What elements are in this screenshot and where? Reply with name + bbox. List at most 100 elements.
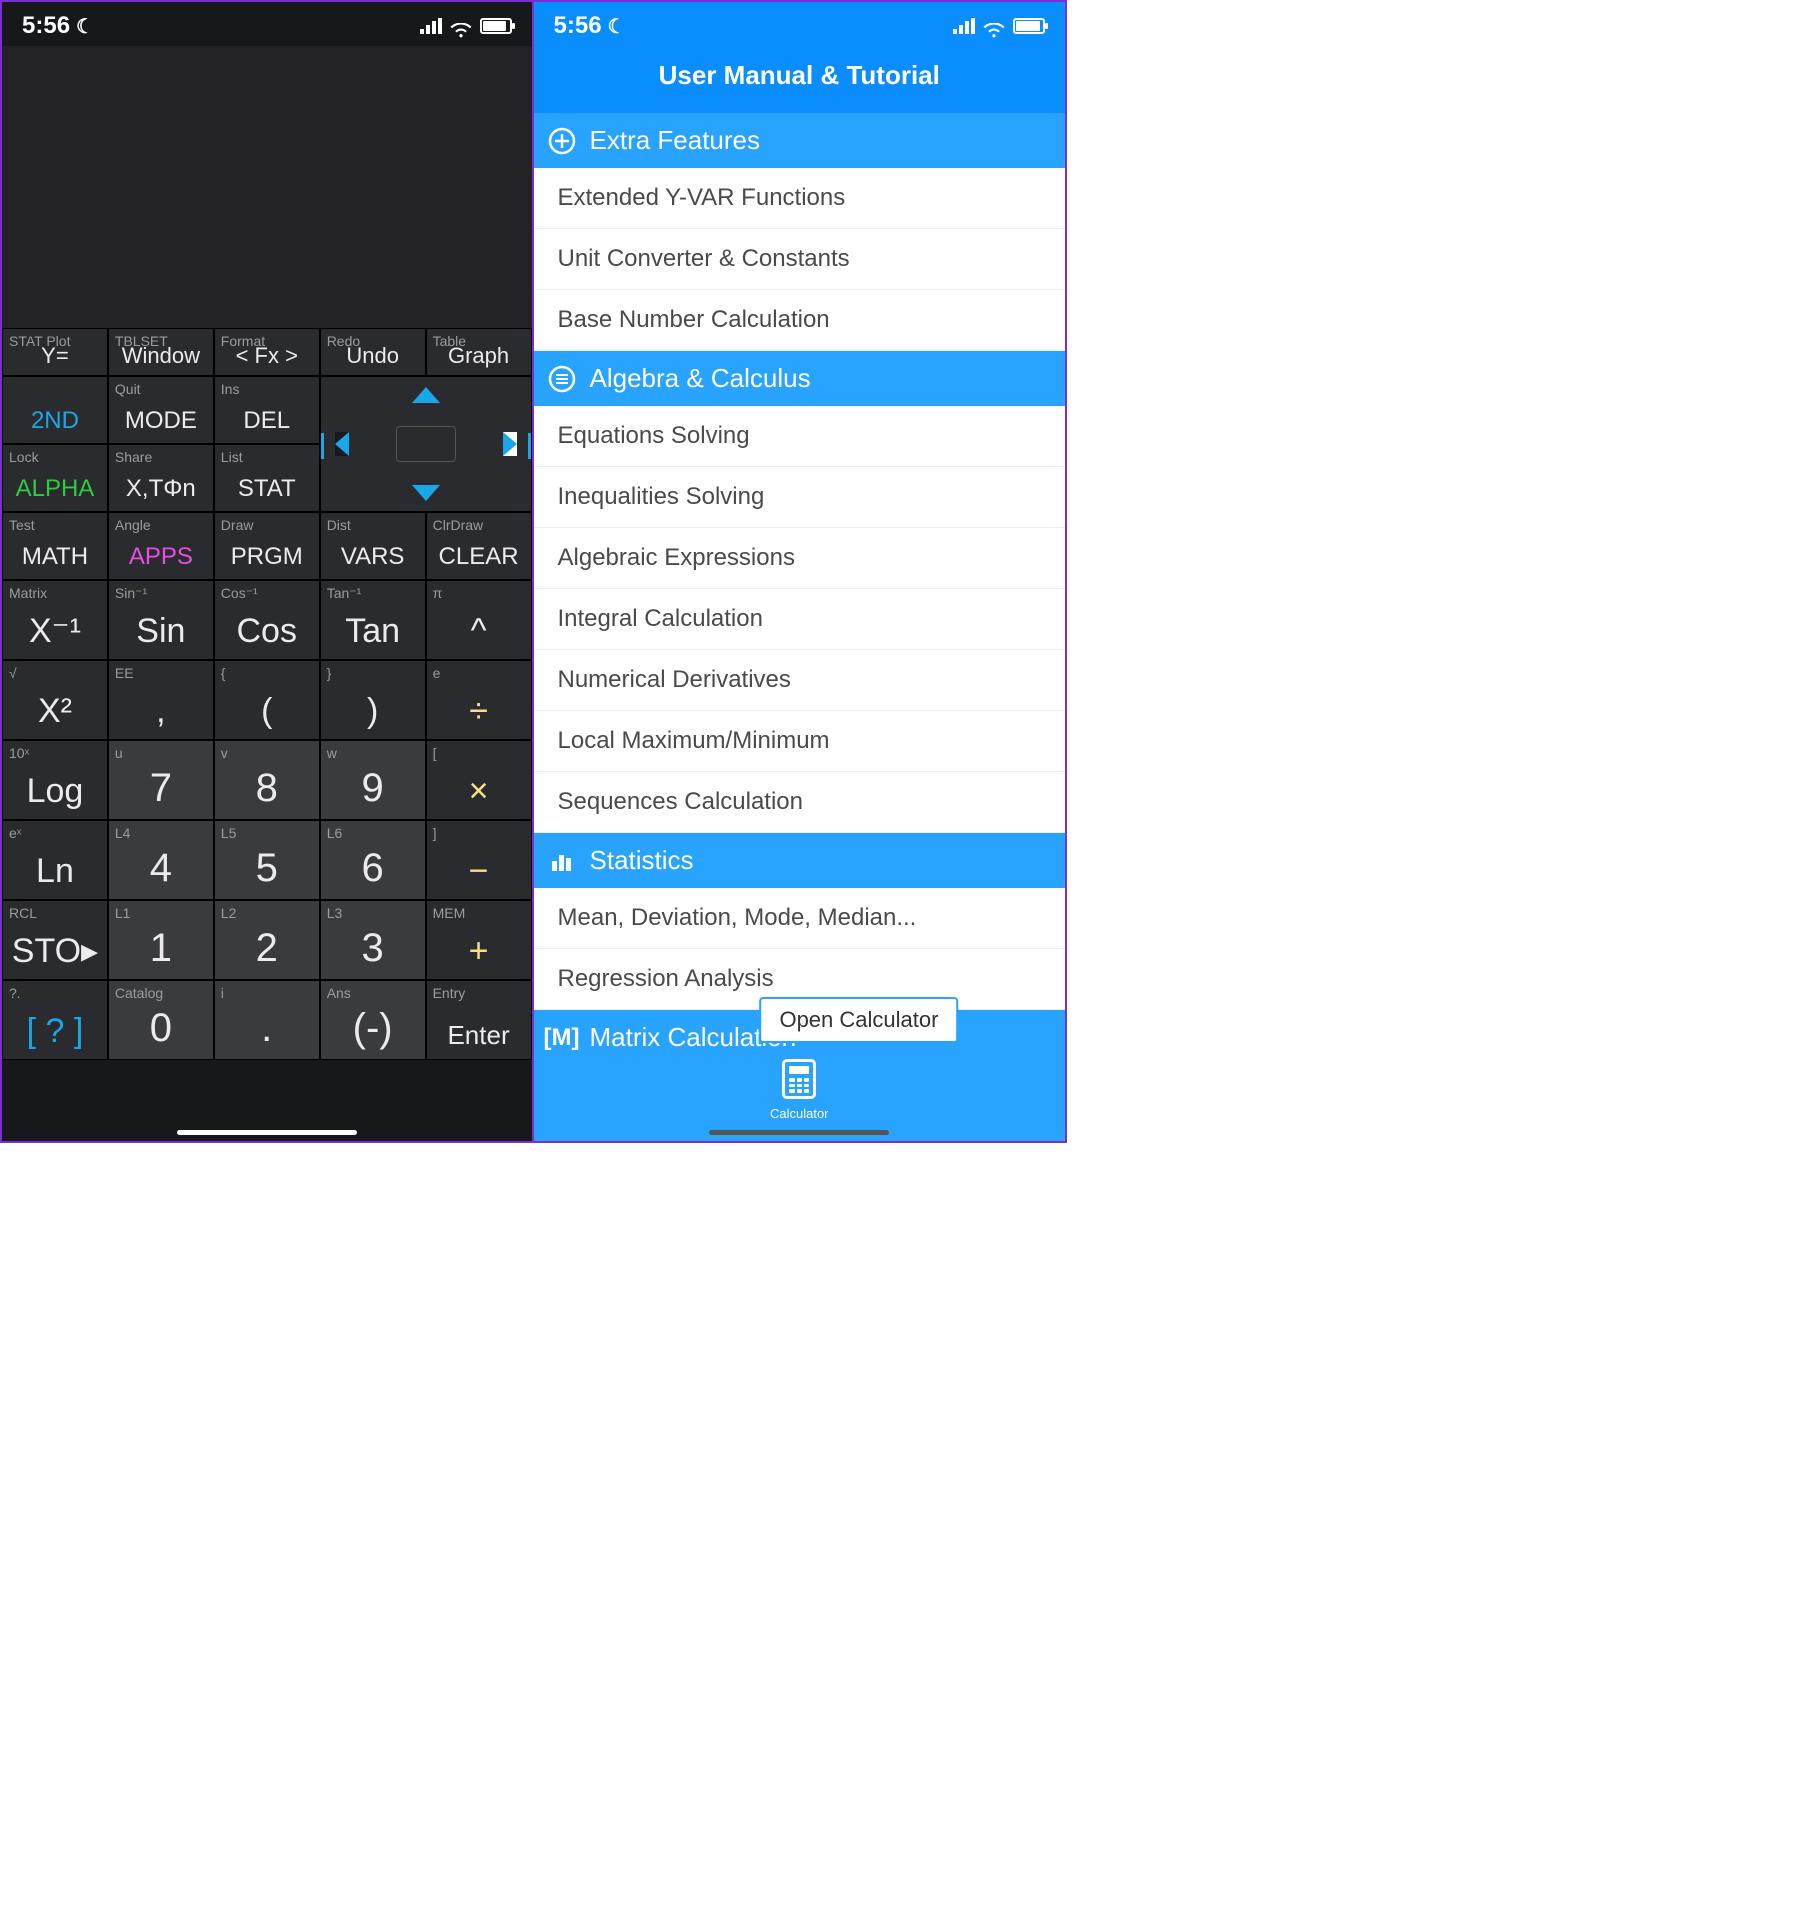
key-stat[interactable]: ListSTAT [214, 444, 320, 512]
list-item[interactable]: Sequences Calculation [534, 772, 1066, 833]
key-9[interactable]: w9 [320, 740, 426, 820]
list-item[interactable]: Mean, Deviation, Mode, Median... [534, 888, 1066, 949]
key-plus[interactable]: MEM+ [426, 900, 532, 980]
list-item[interactable]: Algebraic Expressions [534, 528, 1066, 589]
key-0[interactable]: Catalog0 [108, 980, 214, 1060]
key-sin[interactable]: Sin⁻¹Sin [108, 580, 214, 660]
key-8[interactable]: v8 [214, 740, 320, 820]
key-x-inv[interactable]: MatrixX⁻¹ [2, 580, 108, 660]
calculator-icon [782, 1059, 816, 1099]
manual-screen: 5:56 ☾ User Manual & Tutorial Extra Feat… [534, 2, 1066, 1141]
key-minus[interactable]: ]− [426, 820, 532, 900]
key-cos[interactable]: Cos⁻¹Cos [214, 580, 320, 660]
key-1[interactable]: L11 [108, 900, 214, 980]
key-clear[interactable]: ClrDrawCLEAR [426, 512, 532, 580]
key-mode[interactable]: QuitMODE [108, 376, 214, 444]
section-label: Algebra & Calculus [590, 363, 811, 394]
arrow-left-icon[interactable] [335, 432, 349, 456]
list-item[interactable]: Inequalities Solving [534, 467, 1066, 528]
calc-display[interactable] [2, 46, 532, 328]
key-5[interactable]: L55 [214, 820, 320, 900]
bars-icon [548, 847, 576, 875]
list-item[interactable]: Local Maximum/Minimum [534, 711, 1066, 772]
page-title: User Manual & Tutorial [534, 46, 1066, 113]
key-6[interactable]: L66 [320, 820, 426, 900]
key-vars[interactable]: DistVARS [320, 512, 426, 580]
key-alpha[interactable]: LockALPHA [2, 444, 108, 512]
key-x2[interactable]: √X² [2, 660, 108, 740]
list-item[interactable]: Base Number Calculation [534, 290, 1066, 351]
key-xt[interactable]: ShareX,TΦn [108, 444, 214, 512]
list-item[interactable]: Equations Solving [534, 406, 1066, 467]
key-y-equals[interactable]: STAT PlotY= [2, 328, 108, 376]
key-lparen[interactable]: {( [214, 660, 320, 740]
dpad[interactable] [320, 376, 532, 512]
tab-bar: Calculator [534, 1051, 1066, 1141]
section-label: Extra Features [590, 125, 761, 156]
status-icons [953, 18, 1045, 34]
key-del[interactable]: InsDEL [214, 376, 320, 444]
arrow-down-icon[interactable] [412, 485, 440, 501]
key-2nd[interactable]: 2ND [2, 376, 108, 444]
content-list[interactable]: Extra Features Extended Y-VAR FunctionsUn… [534, 113, 1066, 1065]
dpad-center[interactable] [396, 426, 456, 462]
list-item[interactable]: Extended Y-VAR Functions [534, 168, 1066, 229]
section-header[interactable]: Extra Features [534, 113, 1066, 168]
status-bar: 5:56 ☾ [2, 2, 532, 46]
list-item[interactable]: Numerical Derivatives [534, 650, 1066, 711]
wifi-icon [983, 18, 1005, 34]
home-indicator[interactable] [709, 1130, 889, 1135]
M-icon: [M] [548, 1024, 576, 1052]
menu-icon [548, 365, 576, 393]
key-undo[interactable]: RedoUndo [320, 328, 426, 376]
arrow-up-icon[interactable] [412, 387, 440, 403]
key-enter[interactable]: EntryEnter [426, 980, 532, 1060]
tab-calculator[interactable]: Calculator [770, 1059, 829, 1121]
key-math[interactable]: TestMATH [2, 512, 108, 580]
status-time: 5:56 [554, 12, 602, 40]
key-caret[interactable]: π^ [426, 580, 532, 660]
key-graph[interactable]: TableGraph [426, 328, 532, 376]
dnd-moon-icon: ☾ [608, 14, 626, 39]
cell-signal-icon [953, 18, 975, 34]
section-label: Statistics [590, 845, 694, 876]
plus-icon [548, 127, 576, 155]
arrow-right-icon[interactable] [503, 432, 517, 456]
dnd-moon-icon: ☾ [76, 14, 94, 39]
key-2[interactable]: L22 [214, 900, 320, 980]
status-bar: 5:56 ☾ [534, 2, 1066, 46]
key-sto[interactable]: RCLSTO▸ [2, 900, 108, 980]
key-rparen[interactable]: }) [320, 660, 426, 740]
key-divide[interactable]: e÷ [426, 660, 532, 740]
key-fx[interactable]: Format< Fx > [214, 328, 320, 376]
status-time: 5:56 [22, 12, 70, 40]
list-item[interactable]: Integral Calculation [534, 589, 1066, 650]
battery-icon [1013, 18, 1045, 34]
key-multiply[interactable]: [× [426, 740, 532, 820]
battery-icon [480, 18, 512, 34]
wifi-icon [450, 18, 472, 34]
status-icons [420, 18, 512, 34]
open-calculator-tooltip: Open Calculator [759, 997, 958, 1043]
section-header[interactable]: Algebra & Calculus [534, 351, 1066, 406]
keypad: STAT PlotY= TBLSETWindow Format< Fx > Re… [2, 328, 532, 1060]
key-7[interactable]: u7 [108, 740, 214, 820]
key-help[interactable]: ?.[ ? ] [2, 980, 108, 1060]
list-item[interactable]: Unit Converter & Constants [534, 229, 1066, 290]
key-comma[interactable]: EE, [108, 660, 214, 740]
key-log[interactable]: 10ˣLog [2, 740, 108, 820]
key-window[interactable]: TBLSETWindow [108, 328, 214, 376]
key-neg[interactable]: Ans(-) [320, 980, 426, 1060]
key-4[interactable]: L44 [108, 820, 214, 900]
key-apps[interactable]: AngleAPPS [108, 512, 214, 580]
key-dot[interactable]: i. [214, 980, 320, 1060]
tab-label: Calculator [770, 1106, 829, 1121]
section-header[interactable]: Statistics [534, 833, 1066, 888]
calculator-screen: 5:56 ☾ STAT PlotY= TBLSETWindow Format< … [2, 2, 534, 1141]
home-indicator[interactable] [177, 1130, 357, 1135]
cell-signal-icon [420, 18, 442, 34]
key-tan[interactable]: Tan⁻¹Tan [320, 580, 426, 660]
key-prgm[interactable]: DrawPRGM [214, 512, 320, 580]
key-ln[interactable]: eˣLn [2, 820, 108, 900]
key-3[interactable]: L33 [320, 900, 426, 980]
